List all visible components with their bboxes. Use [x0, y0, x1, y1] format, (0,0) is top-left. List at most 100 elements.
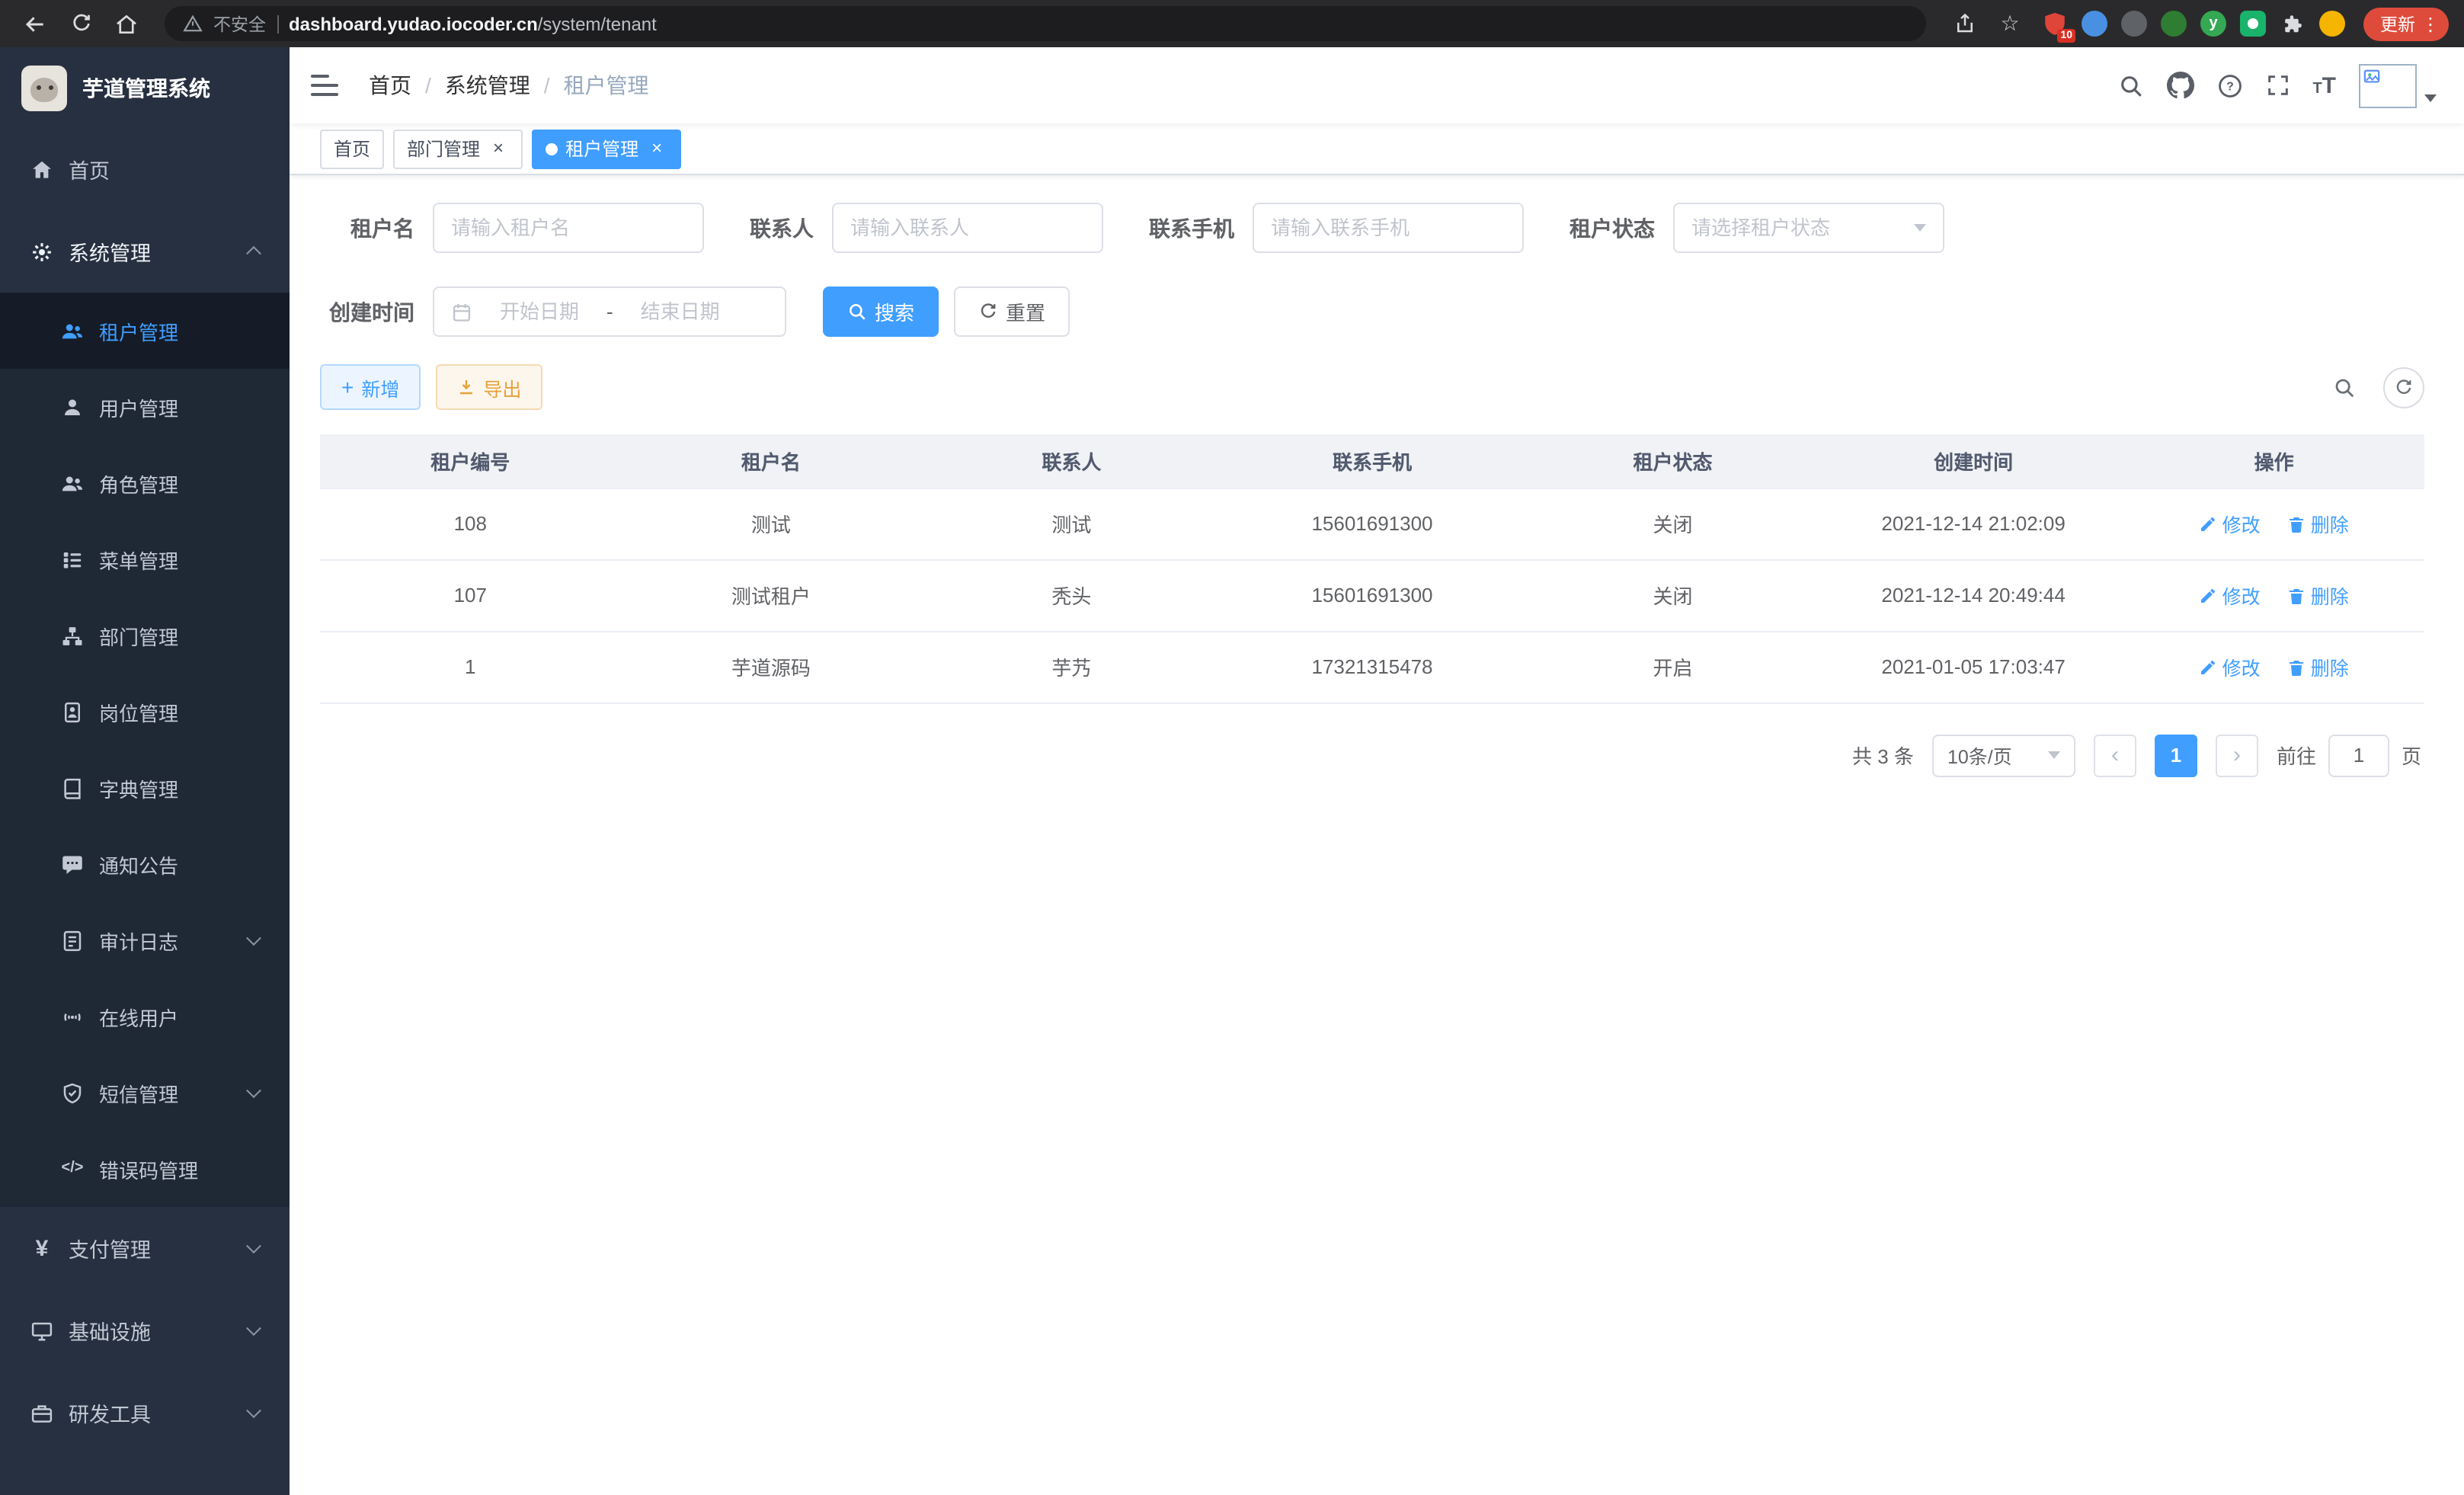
app-logo-image — [21, 65, 67, 110]
sidebar-item-label: 岗位管理 — [99, 697, 178, 726]
tag-home[interactable]: 首页 — [320, 129, 384, 168]
contact-input[interactable] — [832, 203, 1103, 253]
refresh-table-button[interactable] — [2383, 367, 2424, 408]
breadcrumb: 首页 / 系统管理 / 租户管理 — [369, 70, 649, 101]
current-page-button[interactable]: 1 — [2155, 734, 2197, 776]
sidebar-item-payment[interactable]: ¥ 支付管理 — [0, 1207, 290, 1289]
sidebar-item-sms[interactable]: 短信管理 — [0, 1055, 290, 1131]
sidebar-item-system[interactable]: 系统管理 — [0, 210, 290, 293]
search-button[interactable]: 搜索 — [823, 287, 939, 337]
sidebar-item-dev-tools[interactable]: 研发工具 — [0, 1372, 290, 1454]
share-button[interactable] — [1944, 4, 1984, 43]
sidebar-item-infra[interactable]: 基础设施 — [0, 1289, 290, 1372]
sidebar-item-audit-log[interactable]: 审计日志 — [0, 902, 290, 978]
phone-field[interactable] — [1271, 216, 1506, 239]
sidebar-item-user[interactable]: 用户管理 — [0, 369, 290, 445]
extension-adblock-icon[interactable]: 10 — [2042, 11, 2068, 37]
breadcrumb-home[interactable]: 首页 — [369, 70, 411, 101]
page-size-select[interactable]: 10条/页 — [1932, 734, 2075, 776]
toggle-search-button[interactable] — [2324, 367, 2365, 408]
sidebar-item-label: 研发工具 — [69, 1397, 151, 1428]
tenant-name-field[interactable] — [451, 216, 686, 239]
github-button[interactable] — [2166, 72, 2194, 99]
tenant-name-input[interactable] — [433, 203, 704, 253]
address-bar[interactable]: 不安全 dashboard.yudao.iocoder.cn/system/te… — [165, 6, 1926, 41]
breadcrumb-separator: / — [425, 73, 431, 98]
app-logo[interactable]: 芋道管理系统 — [0, 47, 290, 128]
home-button[interactable] — [107, 4, 146, 43]
security-label[interactable]: 不安全 — [213, 11, 266, 36]
fullscreen-button[interactable] — [2265, 73, 2290, 98]
date-range-picker[interactable]: - — [433, 287, 786, 337]
monitor-icon — [30, 1319, 53, 1342]
goto-page-input[interactable] — [2328, 734, 2389, 776]
sidebar-item-post[interactable]: 岗位管理 — [0, 674, 290, 750]
sidebar-item-home[interactable]: 首页 — [0, 128, 290, 210]
font-size-button[interactable]: TT — [2312, 72, 2336, 98]
cell-created: 2021-12-14 20:49:44 — [1823, 559, 2124, 631]
broken-image-icon — [2363, 68, 2380, 85]
sidebar-item-role[interactable]: 角色管理 — [0, 445, 290, 521]
tag-tenant-active[interactable]: 租户管理 × — [532, 129, 681, 168]
trash-icon — [2288, 586, 2306, 604]
phone-input[interactable] — [1253, 203, 1524, 253]
sidebar-item-online-users[interactable]: 在线用户 — [0, 978, 290, 1055]
close-icon[interactable]: × — [646, 138, 667, 159]
filter-tenant-name: 租户名 — [320, 203, 704, 253]
bookmark-button[interactable]: ☆ — [1990, 4, 2030, 43]
field-label: 联系手机 — [1149, 213, 1234, 243]
end-date-field[interactable] — [622, 300, 738, 323]
sidebar-toggle-button[interactable] — [311, 69, 344, 102]
field-label: 创建时间 — [320, 296, 414, 327]
reset-button[interactable]: 重置 — [954, 287, 1070, 337]
status-field[interactable] — [1691, 216, 1905, 239]
contact-field[interactable] — [850, 216, 1085, 239]
sidebar-item-dept[interactable]: 部门管理 — [0, 597, 290, 674]
sidebar-item-dict[interactable]: 字典管理 — [0, 750, 290, 826]
sidebar-item-menu[interactable]: 菜单管理 — [0, 521, 290, 597]
close-icon[interactable]: × — [488, 138, 509, 159]
extension-badge: 10 — [2057, 29, 2075, 43]
next-page-button[interactable]: › — [2216, 734, 2258, 776]
delete-link[interactable]: 删除 — [2288, 581, 2349, 610]
prev-page-button[interactable]: ‹ — [2094, 734, 2136, 776]
extension-darkgreen-icon[interactable] — [2161, 11, 2187, 37]
sidebar-item-tenant[interactable]: 租户管理 — [0, 293, 290, 369]
edit-link[interactable]: 修改 — [2200, 509, 2261, 538]
sidebar-item-error-code[interactable]: </> 错误码管理 — [0, 1131, 290, 1207]
status-select[interactable] — [1673, 203, 1944, 253]
profile-avatar-icon[interactable] — [2319, 11, 2345, 37]
extension-dark-icon[interactable] — [2121, 11, 2147, 37]
caret-down-icon — [2424, 94, 2437, 101]
browser-update-button[interactable]: 更新 ⋮ — [2363, 7, 2449, 40]
delete-link[interactable]: 删除 — [2288, 509, 2349, 538]
org-tree-icon — [61, 624, 84, 647]
export-button[interactable]: 导出 — [436, 364, 542, 410]
column-header-status: 租户状态 — [1522, 434, 1823, 488]
back-button[interactable] — [15, 4, 55, 43]
sidebar-item-notice[interactable]: 通知公告 — [0, 826, 290, 902]
header-search-button[interactable] — [2117, 72, 2143, 98]
sidebar-item-label: 基础设施 — [69, 1315, 151, 1346]
add-button[interactable]: + 新增 — [320, 364, 421, 410]
edit-link[interactable]: 修改 — [2200, 652, 2261, 681]
extension-green-circle-icon[interactable]: y — [2200, 11, 2226, 37]
sidebar-item-label: 首页 — [69, 154, 110, 184]
tenant-table: 租户编号 租户名 联系人 联系手机 租户状态 创建时间 操作 108 测试 — [320, 434, 2424, 703]
extension-green-square-icon[interactable] — [2240, 11, 2266, 37]
page-size-value: 10条/页 — [1947, 741, 2012, 770]
cell-name: 测试租户 — [621, 559, 922, 631]
reload-button[interactable] — [61, 4, 101, 43]
back-arrow-icon — [23, 11, 47, 36]
delete-link[interactable]: 删除 — [2288, 652, 2349, 681]
extension-blue-icon[interactable] — [2082, 11, 2107, 37]
tag-dept[interactable]: 部门管理 × — [393, 129, 523, 168]
user-avatar-menu[interactable] — [2359, 63, 2437, 107]
breadcrumb-current: 租户管理 — [564, 70, 649, 101]
extensions-puzzle-button[interactable] — [2280, 11, 2306, 37]
breadcrumb-system[interactable]: 系统管理 — [445, 70, 530, 101]
help-button[interactable]: ? — [2216, 72, 2242, 98]
start-date-field[interactable] — [482, 300, 597, 323]
edit-link[interactable]: 修改 — [2200, 581, 2261, 610]
sidebar-menu: 首页 系统管理 租户管理 用户管理 — [0, 128, 290, 1495]
